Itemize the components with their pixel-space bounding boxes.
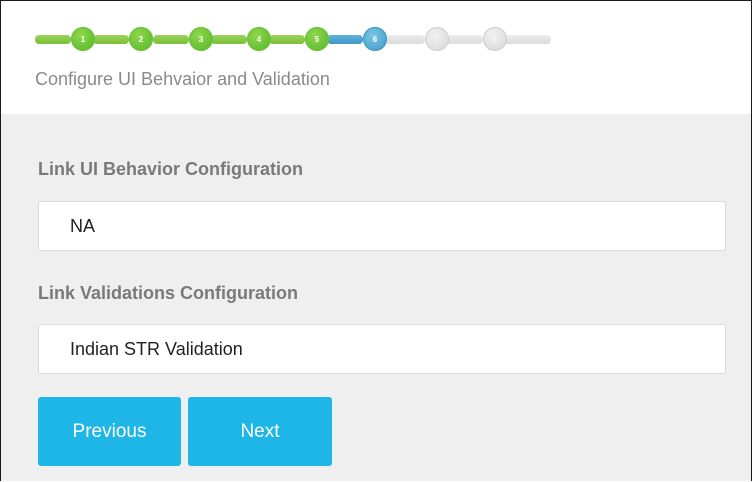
ui-behavior-field[interactable]: NA [38,201,726,251]
step-progress-bar: 1 2 3 4 5 6 7 8 [35,27,555,53]
step-8-indicator: 8 [483,27,507,51]
step-4-indicator: 4 [247,27,271,51]
wizard-header: 1 2 3 4 5 6 7 8 Configure UI Behvaior an… [1,1,751,114]
step-5-indicator: 5 [305,27,329,51]
step-1-indicator: 1 [71,27,95,51]
step-title: Configure UI Behvaior and Validation [35,69,330,89]
step-connector [327,35,363,44]
step-6-indicator: 6 [363,27,387,51]
step-connector [35,35,71,44]
step-connector [93,35,129,44]
wizard-panel: 1 2 3 4 5 6 7 8 Configure UI Behvaior an… [0,0,752,481]
validations-label: Link Validations Configuration [38,283,299,303]
step-7-indicator: 7 [425,27,449,51]
step-connector [385,35,425,44]
ui-behavior-value: NA [70,215,96,236]
validations-field[interactable]: Indian STR Validation [38,324,726,374]
step-connector [153,35,189,44]
step-connector [443,35,483,44]
previous-button[interactable]: Previous [38,397,181,466]
ui-behavior-label: Link UI Behavior Configuration [38,159,304,179]
step-2-indicator: 2 [129,27,153,51]
step-3-indicator: 3 [189,27,213,51]
step-connector [211,35,247,44]
step-connector [501,35,551,44]
validations-value: Indian STR Validation [70,338,243,359]
next-button[interactable]: Next [188,397,332,466]
step-connector [269,35,305,44]
